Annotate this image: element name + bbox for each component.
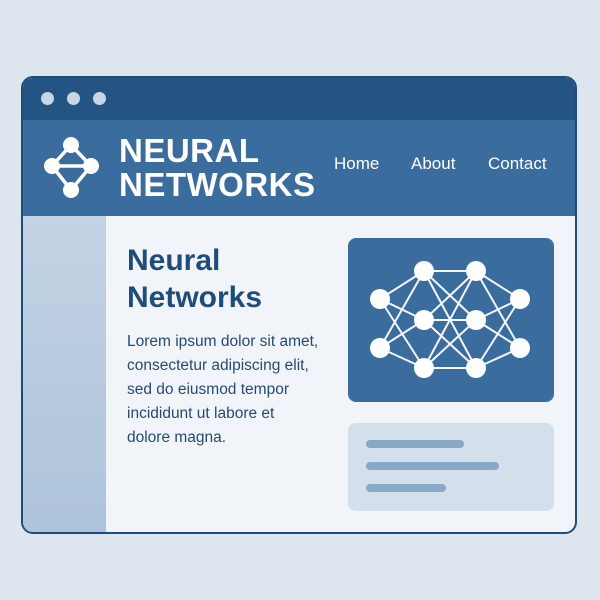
- intro-paragraph: Lorem ipsum dolor sit amet, consectetur …: [127, 330, 342, 450]
- placeholder-line: [366, 462, 499, 470]
- text-placeholder-card: [348, 423, 554, 511]
- browser-window: NEURAL NETWORKS Home About Contact Neura…: [21, 76, 577, 534]
- site-brand-title[interactable]: NEURAL NETWORKS: [119, 134, 316, 202]
- placeholder-line: [366, 440, 464, 448]
- neural-network-diagram-icon: [370, 261, 530, 378]
- placeholder-line: [366, 484, 446, 492]
- paragraph-line: consectetur adipiscing elit,: [127, 357, 309, 374]
- brand-line: NETWORKS: [119, 166, 316, 203]
- network-graph-icon: [44, 137, 99, 198]
- nav-link-about[interactable]: About: [411, 154, 455, 174]
- nav-link-contact[interactable]: Contact: [488, 154, 547, 174]
- window-control-dot[interactable]: [67, 92, 80, 105]
- neural-network-image-card: [348, 238, 554, 402]
- page-title: Neural Networks: [127, 242, 327, 316]
- window-titlebar: [23, 78, 575, 120]
- window-control-dot[interactable]: [93, 92, 106, 105]
- window-control-dot[interactable]: [41, 92, 54, 105]
- paragraph-line: sed do eiusmod tempor: [127, 381, 289, 398]
- paragraph-line: Lorem ipsum dolor sit amet,: [127, 333, 319, 350]
- sidebar-panel: [23, 216, 106, 532]
- paragraph-line: dolore magna.: [127, 429, 227, 446]
- page-title-line: Neural: [127, 244, 221, 277]
- page-title-line: Networks: [127, 281, 263, 314]
- nav-link-home[interactable]: Home: [334, 154, 379, 174]
- paragraph-line: incididunt ut labore et: [127, 405, 275, 422]
- site-header: NEURAL NETWORKS Home About Contact: [23, 120, 575, 216]
- brand-line: NEURAL: [119, 132, 260, 169]
